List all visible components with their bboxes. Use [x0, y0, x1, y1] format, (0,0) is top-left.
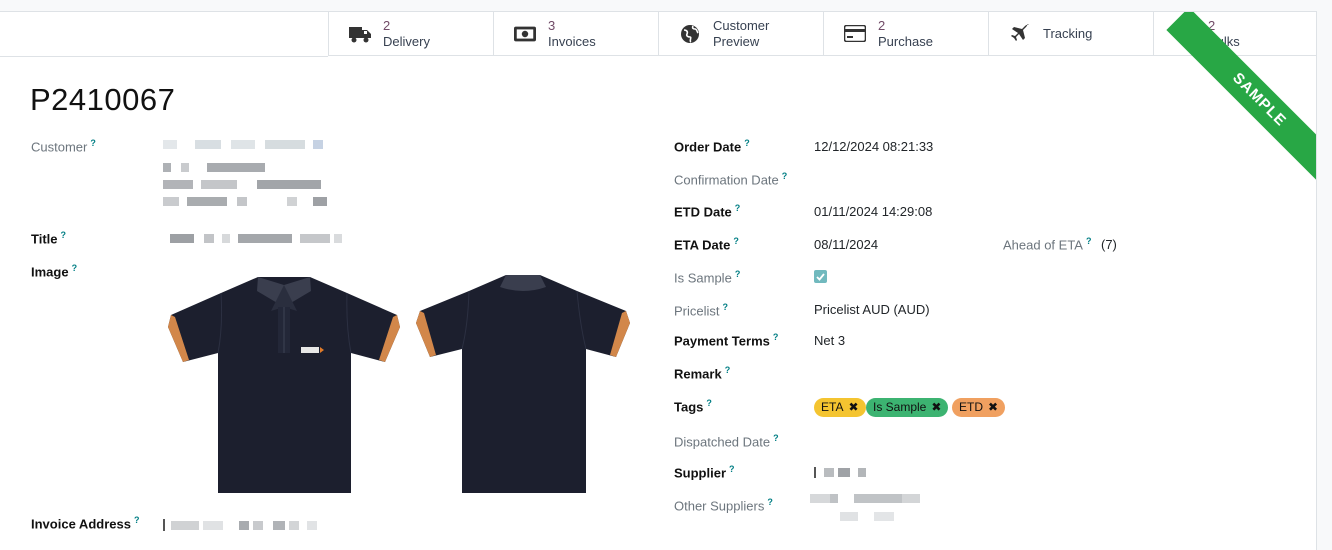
title-label: Title?: [31, 230, 67, 247]
is-sample-label: Is Sample?: [674, 269, 741, 286]
delivery-button[interactable]: 2 Delivery: [328, 12, 493, 56]
help-tooltip-icon[interactable]: ?: [723, 302, 729, 312]
eta-date-value[interactable]: 08/11/2024: [814, 237, 878, 252]
credit-card-icon: [844, 23, 866, 45]
smart-button-bar: 2 Delivery 3 Invoices Customer Preview 2 Pur…: [328, 12, 1316, 56]
delivery-label: Delivery: [383, 33, 430, 49]
purchase-count: 2: [878, 17, 886, 33]
purchase-button[interactable]: 2 Purchase: [823, 12, 988, 56]
invoice-address-redacted[interactable]: [163, 519, 317, 531]
title-value-redacted[interactable]: [170, 234, 342, 243]
remove-tag-icon[interactable]: ✖: [988, 398, 998, 417]
order-date-label: Order Date?: [674, 138, 750, 155]
help-tooltip-icon[interactable]: ?: [735, 203, 741, 213]
help-tooltip-icon[interactable]: ?: [1086, 236, 1092, 246]
remove-tag-icon[interactable]: ✖: [848, 398, 858, 417]
tag-label: ETA: [821, 400, 844, 414]
button-bar-divider: [0, 56, 328, 57]
truck-icon: [349, 23, 371, 45]
etd-date-value[interactable]: 01/11/2024 14:29:08: [814, 204, 932, 219]
help-tooltip-icon[interactable]: ?: [72, 263, 78, 273]
product-image-front[interactable]: [163, 267, 405, 502]
help-tooltip-icon[interactable]: ?: [744, 138, 750, 148]
help-tooltip-icon[interactable]: ?: [134, 515, 140, 525]
dispatched-date-label: Dispatched Date?: [674, 433, 779, 450]
help-tooltip-icon[interactable]: ?: [773, 332, 779, 342]
invoices-count: 3: [548, 17, 556, 33]
tag-is-sample[interactable]: Is Sample ✖: [866, 398, 949, 417]
delivery-count: 2: [383, 17, 391, 33]
tags-label: Tags?: [674, 398, 712, 415]
order-date-value[interactable]: 12/12/2024 08:21:33: [814, 139, 933, 154]
tracking-button[interactable]: Tracking: [988, 12, 1153, 56]
tracking-label: Tracking: [1043, 25, 1093, 41]
help-tooltip-icon[interactable]: ?: [725, 365, 731, 375]
help-tooltip-icon[interactable]: ?: [90, 138, 96, 148]
ahead-of-eta-value: (7): [1101, 237, 1117, 252]
etd-date-label: ETD Date?: [674, 203, 741, 220]
tag-eta[interactable]: ETA ✖: [814, 398, 866, 417]
payment-terms-value[interactable]: Net 3: [814, 333, 845, 348]
help-tooltip-icon[interactable]: ?: [773, 433, 779, 443]
other-suppliers-redacted-2: [840, 512, 894, 521]
help-tooltip-icon[interactable]: ?: [729, 464, 735, 474]
record-title: P2410067: [30, 82, 176, 117]
tag-etd[interactable]: ETD ✖: [952, 398, 1006, 417]
help-tooltip-icon[interactable]: ?: [735, 269, 741, 279]
customer-preview-button[interactable]: Customer Preview: [658, 12, 823, 56]
help-tooltip-icon[interactable]: ?: [706, 398, 712, 408]
plane-icon: [1009, 23, 1031, 45]
other-suppliers-label: Other Suppliers?: [674, 497, 773, 514]
money-bill-icon: [514, 23, 536, 45]
other-suppliers-redacted[interactable]: [810, 494, 920, 503]
help-tooltip-icon[interactable]: ?: [782, 171, 788, 181]
payment-terms-label: Payment Terms?: [674, 332, 779, 349]
ahead-of-eta-label: Ahead of ETA?: [1003, 236, 1092, 253]
eta-date-label: ETA Date?: [674, 236, 739, 253]
tag-label: Is Sample: [873, 400, 927, 414]
globe-icon: [679, 23, 701, 45]
supplier-label: Supplier?: [674, 464, 735, 481]
customer-preview-label-2: Preview: [713, 33, 760, 49]
image-label: Image?: [31, 263, 78, 280]
confirmation-date-label: Confirmation Date?: [674, 171, 788, 188]
invoices-label: Invoices: [548, 33, 596, 49]
help-tooltip-icon[interactable]: ?: [767, 497, 773, 507]
invoice-address-label: Invoice Address?: [31, 515, 140, 532]
tag-label: ETD: [959, 400, 983, 414]
checkmark-icon: [816, 272, 825, 281]
invoices-button[interactable]: 3 Invoices: [493, 12, 658, 56]
customer-label: Customer?: [31, 138, 96, 155]
help-tooltip-icon[interactable]: ?: [61, 230, 67, 240]
customer-preview-label: Customer: [713, 17, 770, 33]
remark-label: Remark?: [674, 365, 731, 382]
pricelist-label: Pricelist?: [674, 302, 729, 319]
pricelist-value[interactable]: Pricelist AUD (AUD): [814, 302, 930, 317]
supplier-value-redacted[interactable]: [814, 467, 866, 478]
remove-tag-icon[interactable]: ✖: [931, 398, 941, 417]
is-sample-checkbox[interactable]: [814, 270, 827, 283]
purchase-label: Purchase: [878, 33, 933, 49]
product-image-back[interactable]: [414, 267, 632, 502]
help-tooltip-icon[interactable]: ?: [733, 236, 739, 246]
form-sheet: 2 Delivery 3 Invoices Customer Preview 2 Pur…: [0, 11, 1317, 550]
